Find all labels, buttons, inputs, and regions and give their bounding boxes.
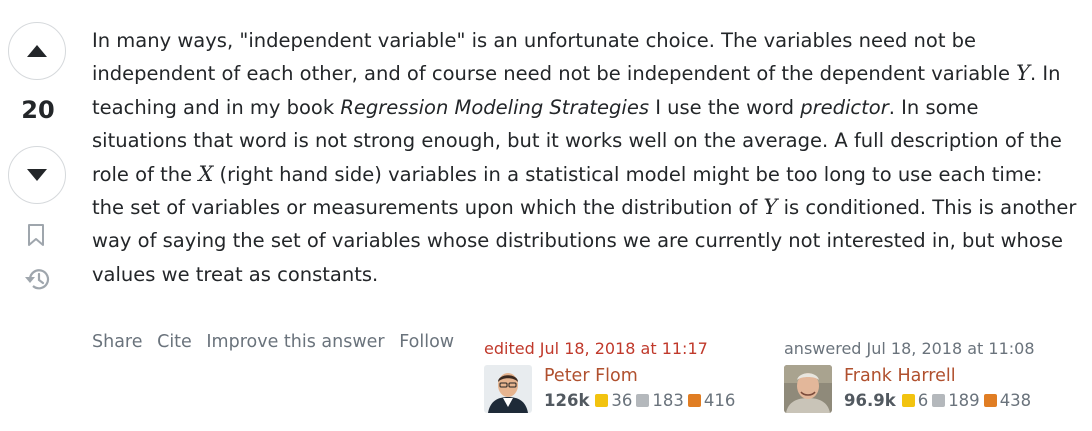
history-icon <box>25 269 50 290</box>
author-signature: answered Jul 18, 2018 at 11:08 Frank Har… <box>784 339 1035 415</box>
bronze-badge-count: 438 <box>999 391 1032 410</box>
bronze-badge-icon <box>983 394 997 407</box>
answer-text: I use the word <box>649 95 801 119</box>
answer-paragraph: In many ways, "independent variable" is … <box>92 24 1077 291</box>
gold-badge-count: 36 <box>611 391 633 410</box>
author-reputation: 96.9k 6 189 438 <box>844 391 1033 410</box>
math-variable-x: X <box>198 161 214 186</box>
silver-badge-count: 183 <box>652 391 684 410</box>
math-variable-y: Y <box>763 195 778 220</box>
editor-signature: edited Jul 18, 2018 at 11:17 Peter Flom … <box>484 339 735 415</box>
timeline-button[interactable] <box>23 266 51 296</box>
bronze-badge-icon <box>687 394 701 407</box>
triangle-down-icon <box>27 169 47 181</box>
gold-badge-icon <box>595 394 609 407</box>
gold-badge-icon <box>901 394 915 407</box>
answer-text: In many ways, "independent variable" is … <box>92 29 1017 86</box>
author-user-card: Frank Harrell 96.9k 6 189 438 <box>784 365 1035 415</box>
follow-link[interactable]: Follow <box>399 332 454 352</box>
silver-badge-icon <box>636 394 650 407</box>
reputation-score: 96.9k <box>844 391 896 410</box>
bookmark-button[interactable] <box>26 223 46 251</box>
edited-timestamp-link[interactable]: edited Jul 18, 2018 at 11:17 <box>484 339 708 358</box>
author-name-link[interactable]: Frank Harrell <box>844 366 956 386</box>
silver-badge-count: 189 <box>948 391 980 410</box>
silver-badge-icon <box>932 394 946 407</box>
bookmark-icon <box>28 224 44 246</box>
share-link[interactable]: Share <box>92 332 143 352</box>
editor-reputation: 126k 36 183 416 <box>544 391 737 410</box>
downvote-button[interactable] <box>8 146 66 204</box>
editor-user-card: Peter Flom 126k 36 183 416 <box>484 365 735 415</box>
book-title: Regression Modeling Strategies <box>340 95 650 119</box>
editor-name-link[interactable]: Peter Flom <box>544 366 638 386</box>
emphasized-word: predictor <box>800 95 889 119</box>
vote-count: 20 <box>21 96 55 124</box>
answered-timestamp-link[interactable]: answered Jul 18, 2018 at 11:08 <box>784 339 1035 358</box>
avatar[interactable] <box>484 365 532 413</box>
post-menu: Share Cite Improve this answer Follow <box>92 332 463 352</box>
cite-link[interactable]: Cite <box>157 332 192 352</box>
avatar[interactable] <box>784 365 832 413</box>
triangle-up-icon <box>27 45 47 57</box>
answer-body: In many ways, "independent variable" is … <box>92 24 1077 291</box>
bronze-badge-count: 416 <box>703 391 736 410</box>
improve-answer-link[interactable]: Improve this answer <box>206 332 384 352</box>
gold-badge-count: 6 <box>917 391 929 410</box>
reputation-score: 126k <box>544 391 590 410</box>
upvote-button[interactable] <box>8 22 66 80</box>
math-variable-y: Y <box>1016 61 1031 86</box>
